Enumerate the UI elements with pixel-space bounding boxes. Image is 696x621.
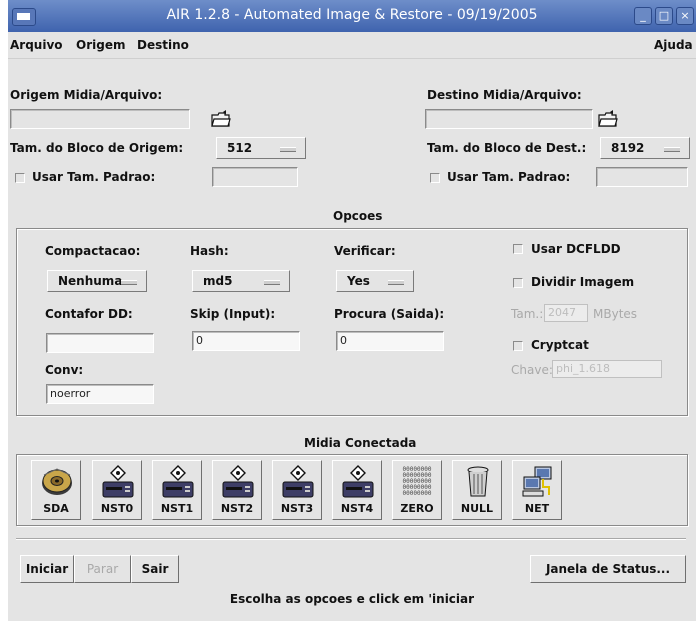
tam-label: Tam.:: [511, 307, 544, 321]
destino-block-label: Tam. do Bloco de Dest.:: [427, 141, 587, 155]
hash-select[interactable]: md5: [192, 270, 290, 292]
compactacao-select[interactable]: Nenhuma: [47, 270, 147, 292]
hash-label: Hash:: [190, 244, 229, 258]
tape-drive-icon: [102, 465, 134, 498]
contador-input[interactable]: [46, 333, 154, 353]
opcoes-title: Opcoes: [333, 209, 383, 223]
sair-button[interactable]: Sair: [131, 555, 179, 583]
media-nst1-button[interactable]: NST1: [152, 460, 202, 520]
network-icon: [522, 466, 552, 497]
usar-dcfldd-label: Usar DCFLDD: [531, 242, 621, 256]
main-window: AIR 1.2.8 - Automated Image & Restore - …: [8, 0, 696, 621]
tam-input[interactable]: 2047: [544, 304, 588, 322]
menu-destino[interactable]: Destino: [137, 38, 189, 52]
media-net-button[interactable]: NET: [512, 460, 562, 520]
origem-block-label: Tam. do Bloco de Origem:: [10, 141, 184, 155]
parar-button[interactable]: Parar: [74, 555, 131, 583]
close-icon[interactable]: ×: [676, 7, 694, 25]
dividir-imagem-label: Dividir Imagem: [531, 275, 635, 289]
compactacao-value: Nenhuma: [58, 274, 123, 288]
media-nst4-button[interactable]: NST4: [332, 460, 382, 520]
verificar-value: Yes: [347, 274, 370, 288]
hash-value: md5: [203, 274, 233, 288]
origem-default-label: Usar Tam. Padrao:: [32, 170, 156, 184]
media-nst0-button[interactable]: NST0: [92, 460, 142, 520]
conv-input[interactable]: noerror: [46, 384, 154, 404]
media-nst3-label: NST3: [280, 502, 314, 515]
verificar-label: Verificar:: [334, 244, 396, 258]
destino-browse-folder-icon[interactable]: [598, 110, 618, 132]
contador-label: Contafor DD:: [45, 307, 133, 321]
destino-block-select[interactable]: 8192: [600, 137, 690, 159]
option-menu-indicator-icon: [388, 280, 404, 285]
option-menu-indicator-icon: [121, 280, 137, 285]
tape-drive-icon: [162, 465, 194, 498]
iniciar-button[interactable]: Iniciar: [20, 555, 74, 583]
origem-label: Origem Midia/Arquivo:: [10, 88, 163, 102]
chave-input[interactable]: phi_1.618: [552, 360, 662, 378]
origem-block-select[interactable]: 512: [216, 137, 306, 159]
media-sda-label: SDA: [43, 502, 69, 515]
procura-input[interactable]: 0: [336, 331, 444, 351]
media-sda-button[interactable]: SDA: [31, 460, 81, 520]
dividir-imagem-checkbox[interactable]: [513, 278, 523, 288]
chave-label: Chave:: [511, 363, 553, 377]
destino-label: Destino Midia/Arquivo:: [427, 88, 582, 102]
destino-default-checkbox[interactable]: [430, 173, 440, 183]
usar-dcfldd-checkbox[interactable]: [513, 244, 523, 254]
conv-label: Conv:: [45, 363, 84, 377]
compactacao-label: Compactacao:: [45, 244, 141, 258]
origem-path-input[interactable]: [10, 109, 190, 129]
media-nst0-label: NST0: [100, 502, 134, 515]
media-nst4-label: NST4: [340, 502, 374, 515]
media-nst1-label: NST1: [160, 502, 194, 515]
minimize-icon[interactable]: _: [634, 7, 652, 25]
destino-block-value: 8192: [611, 141, 645, 155]
media-nst3-button[interactable]: NST3: [272, 460, 322, 520]
media-null-button[interactable]: NULL: [452, 460, 502, 520]
skip-input[interactable]: 0: [192, 331, 300, 351]
menu-ajuda[interactable]: Ajuda: [654, 38, 693, 52]
separator: [16, 538, 686, 540]
janela-status-button[interactable]: Janela de Status...: [530, 555, 686, 583]
disk-icon: [42, 468, 72, 495]
menu-arquivo[interactable]: Arquivo: [10, 38, 63, 52]
tape-drive-icon: [282, 465, 314, 498]
cryptcat-label: Cryptcat: [531, 338, 589, 352]
media-zero-label: ZERO: [400, 502, 434, 515]
tape-drive-icon: [342, 465, 374, 498]
option-menu-indicator-icon: [264, 280, 280, 285]
media-zero-button[interactable]: 00000000 00000000 00000000 00000000 0000…: [392, 460, 442, 520]
verificar-select[interactable]: Yes: [336, 270, 414, 292]
skip-label: Skip (Input):: [190, 307, 276, 321]
zeros-icon: 00000000 00000000 00000000 00000000 0000…: [397, 467, 437, 497]
title-bar[interactable]: AIR 1.2.8 - Automated Image & Restore - …: [8, 0, 696, 32]
media-nst2-label: NST2: [220, 502, 254, 515]
tam-unit: MBytes: [593, 307, 638, 321]
menu-origem[interactable]: Origem: [76, 38, 125, 52]
option-menu-indicator-icon: [664, 147, 680, 152]
destino-path-input[interactable]: [425, 109, 593, 129]
origem-default-input[interactable]: [212, 167, 298, 187]
origem-default-checkbox[interactable]: [15, 173, 25, 183]
media-net-label: NET: [524, 502, 550, 515]
origem-browse-folder-icon[interactable]: [211, 110, 231, 132]
zeros-row: 00000000: [402, 490, 432, 497]
cryptcat-checkbox[interactable]: [513, 341, 523, 351]
destino-default-input[interactable]: [596, 167, 688, 187]
media-nst2-button[interactable]: NST2: [212, 460, 262, 520]
origem-block-value: 512: [227, 141, 253, 155]
maximize-icon[interactable]: □: [655, 7, 673, 25]
procura-label: Procura (Saida):: [334, 307, 445, 321]
window-title: AIR 1.2.8 - Automated Image & Restore - …: [166, 7, 538, 23]
destino-default-label: Usar Tam. Padrao:: [447, 170, 571, 184]
status-message: Escolha as opcoes e click em 'iniciar: [229, 592, 475, 606]
option-menu-indicator-icon: [280, 147, 296, 152]
trash-icon: [467, 466, 489, 497]
media-null-label: NULL: [460, 502, 494, 515]
midia-title: Midia Conectada: [304, 436, 417, 450]
menu-bar: Arquivo Origem Destino Ajuda: [8, 32, 696, 59]
tape-drive-icon: [222, 465, 254, 498]
